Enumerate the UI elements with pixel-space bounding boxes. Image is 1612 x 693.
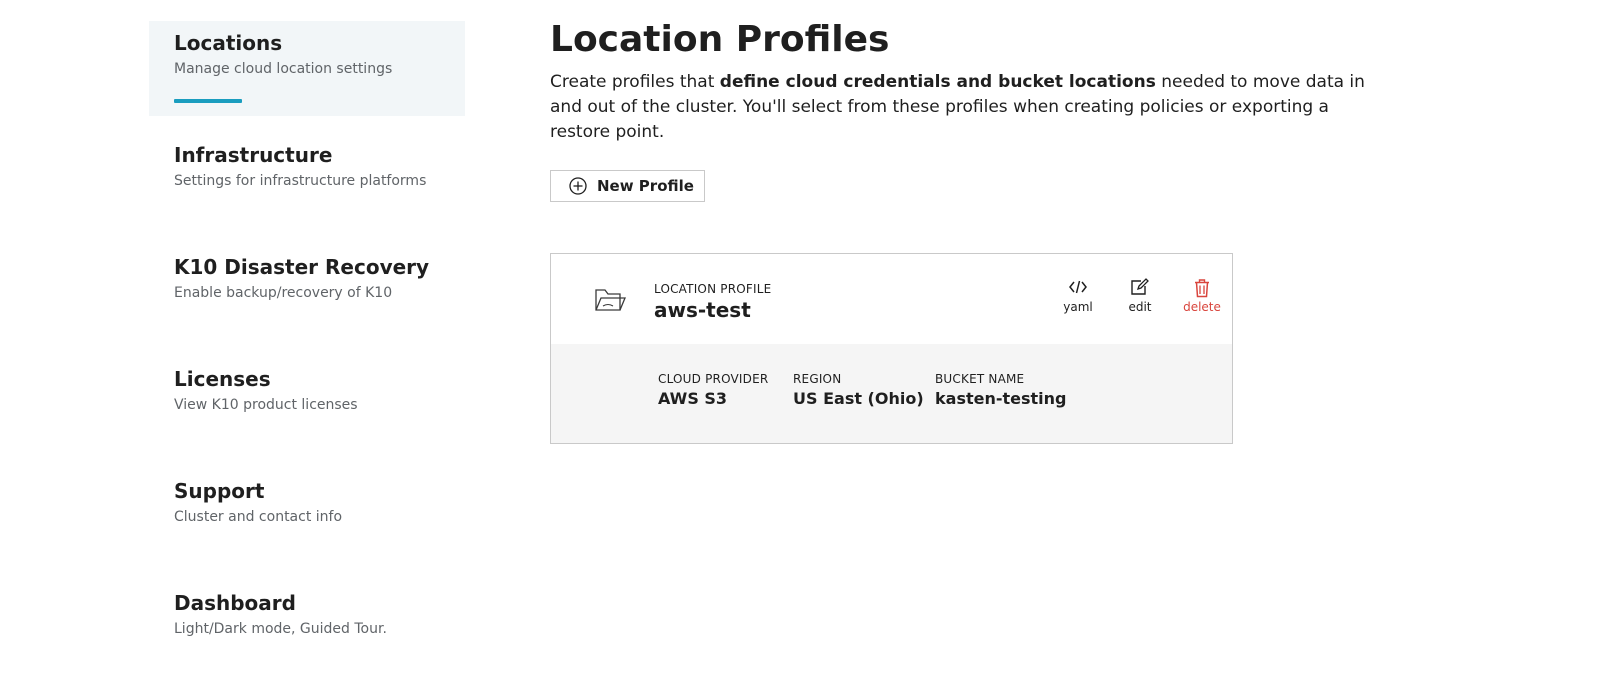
edit-label: edit [1128, 300, 1152, 314]
active-indicator [174, 99, 242, 103]
new-profile-button[interactable]: New Profile [550, 170, 705, 202]
settings-sidebar: Locations Manage cloud location settings… [149, 21, 465, 693]
card-details: CLOUD PROVIDER AWS S3 REGION US East (Oh… [551, 344, 1232, 443]
page-description: Create profiles that define cloud creden… [550, 70, 1390, 145]
description-text: Create profiles that [550, 72, 720, 92]
region-field: REGION US East (Ohio) [793, 372, 924, 408]
sidebar-item-subtitle: Settings for infrastructure platforms [174, 173, 427, 189]
card-kicker: LOCATION PROFILE [654, 282, 772, 296]
main-content: Location Profiles Create profiles that d… [550, 18, 1400, 444]
code-icon [1053, 278, 1103, 298]
field-label: CLOUD PROVIDER [658, 372, 769, 386]
edit-icon [1115, 278, 1165, 298]
sidebar-item-licenses[interactable]: Licenses View K10 product licenses [149, 357, 465, 452]
field-label: REGION [793, 372, 842, 386]
sidebar-item-subtitle: Cluster and contact info [174, 509, 343, 525]
sidebar-item-title: Support [174, 479, 265, 503]
sidebar-item-locations[interactable]: Locations Manage cloud location settings [149, 21, 465, 116]
field-value: US East (Ohio) [793, 389, 924, 408]
delete-label: delete [1183, 300, 1221, 314]
sidebar-item-dashboard[interactable]: Dashboard Light/Dark mode, Guided Tour. [149, 581, 465, 676]
description-emphasis: define cloud credentials and bucket loca… [719, 72, 1156, 92]
bucket-name-field: BUCKET NAME kasten-testing [935, 372, 1067, 408]
card-header: LOCATION PROFILE aws-test yaml edit dele… [551, 254, 1232, 344]
profile-name: aws-test [654, 298, 751, 322]
sidebar-item-subtitle: Light/Dark mode, Guided Tour. [174, 621, 387, 637]
sidebar-item-title: Locations [174, 31, 283, 55]
cloud-provider-field: CLOUD PROVIDER AWS S3 [658, 372, 768, 408]
sidebar-item-title: Dashboard [174, 591, 296, 615]
sidebar-item-support[interactable]: Support Cluster and contact info [149, 469, 465, 564]
sidebar-item-disaster-recovery[interactable]: K10 Disaster Recovery Enable backup/reco… [149, 245, 465, 340]
field-value: AWS S3 [658, 389, 728, 408]
sidebar-item-subtitle: Enable backup/recovery of K10 [174, 285, 393, 301]
delete-button[interactable]: delete [1177, 278, 1227, 314]
sidebar-item-subtitle: Manage cloud location settings [174, 61, 393, 77]
sidebar-item-title: Infrastructure [174, 143, 333, 167]
edit-button[interactable]: edit [1115, 278, 1165, 314]
new-profile-label: New Profile [597, 177, 694, 195]
sidebar-item-title: Licenses [174, 367, 271, 391]
yaml-button[interactable]: yaml [1053, 278, 1103, 314]
sidebar-item-subtitle: View K10 product licenses [174, 397, 358, 413]
folder-open-icon [594, 286, 626, 318]
field-label: BUCKET NAME [935, 372, 1025, 386]
sidebar-item-infrastructure[interactable]: Infrastructure Settings for infrastructu… [149, 133, 465, 228]
trash-icon [1177, 278, 1227, 298]
location-profile-card: LOCATION PROFILE aws-test yaml edit dele… [550, 253, 1233, 444]
yaml-label: yaml [1063, 300, 1093, 314]
plus-circle-icon [569, 177, 587, 195]
sidebar-item-title: K10 Disaster Recovery [174, 255, 430, 279]
page-title: Location Profiles [550, 19, 890, 60]
field-value: kasten-testing [935, 389, 1067, 408]
